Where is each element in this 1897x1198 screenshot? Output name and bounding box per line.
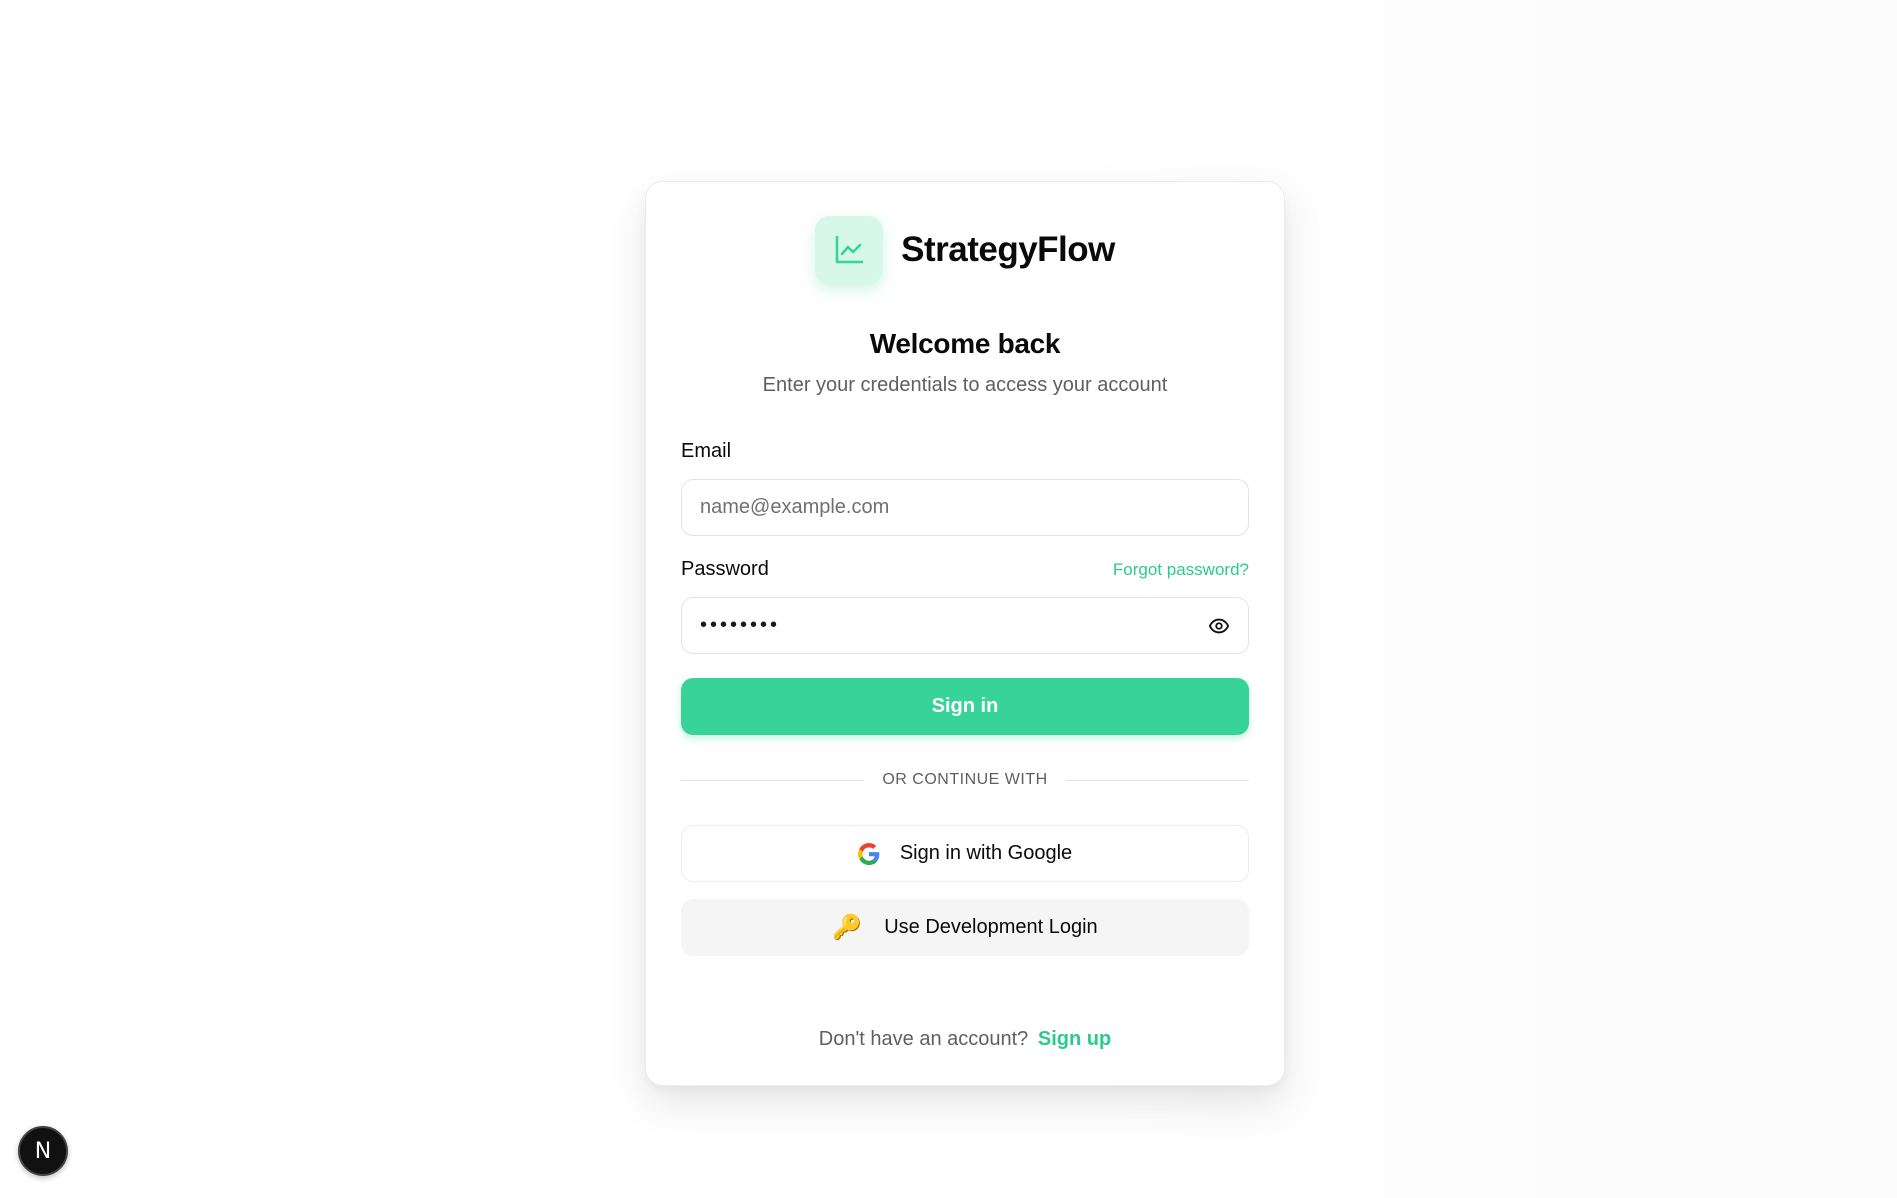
google-sign-in-button[interactable]: Sign in with Google [681, 825, 1249, 882]
dev-badge-letter: N [34, 1138, 52, 1164]
page-subtitle: Enter your credentials to access your ac… [762, 374, 1168, 396]
divider: OR CONTINUE WITH [681, 771, 1250, 789]
google-button-label: Sign in with Google [899, 842, 1073, 864]
page-title: Welcome back [869, 328, 1061, 359]
divider-line-right [1065, 779, 1250, 781]
login-card: StrategyFlow Welcome back Enter your cre… [645, 181, 1285, 1086]
sign-in-button[interactable]: Sign in [681, 678, 1249, 735]
eye-icon[interactable] [1206, 613, 1232, 639]
divider-text: OR CONTINUE WITH [882, 771, 1048, 788]
password-label: Password [681, 558, 769, 580]
password-field[interactable] [682, 598, 1248, 653]
dev-tools-badge[interactable]: N [18, 1126, 68, 1176]
chart-line-icon [815, 216, 884, 284]
google-icon [857, 842, 880, 865]
email-field[interactable] [682, 480, 1248, 535]
divider-line-left [681, 779, 865, 781]
development-login-button[interactable]: 🔑 Use Development Login [681, 899, 1249, 956]
brand-name: StrategyFlow [901, 230, 1115, 269]
development-login-label: Use Development Login [884, 916, 1098, 938]
login-page: StrategyFlow Welcome back Enter your cre… [0, 0, 1897, 1198]
email-label: Email [681, 440, 732, 462]
password-field-wrapper [681, 597, 1249, 654]
key-icon: 🔑 [832, 913, 863, 941]
signup-prompt-text: Don't have an account? [818, 1028, 1029, 1050]
signup-prompt: Don't have an account? Sign up [681, 1028, 1249, 1051]
brand-header: StrategyFlow [681, 216, 1249, 284]
email-field-wrapper [681, 479, 1249, 536]
forgot-password-link[interactable]: Forgot password? [1113, 560, 1249, 580]
password-label-row: Password Forgot password? [681, 558, 1249, 581]
email-label-row: Email [681, 440, 1249, 463]
sign-up-link[interactable]: Sign up [1038, 1028, 1111, 1050]
